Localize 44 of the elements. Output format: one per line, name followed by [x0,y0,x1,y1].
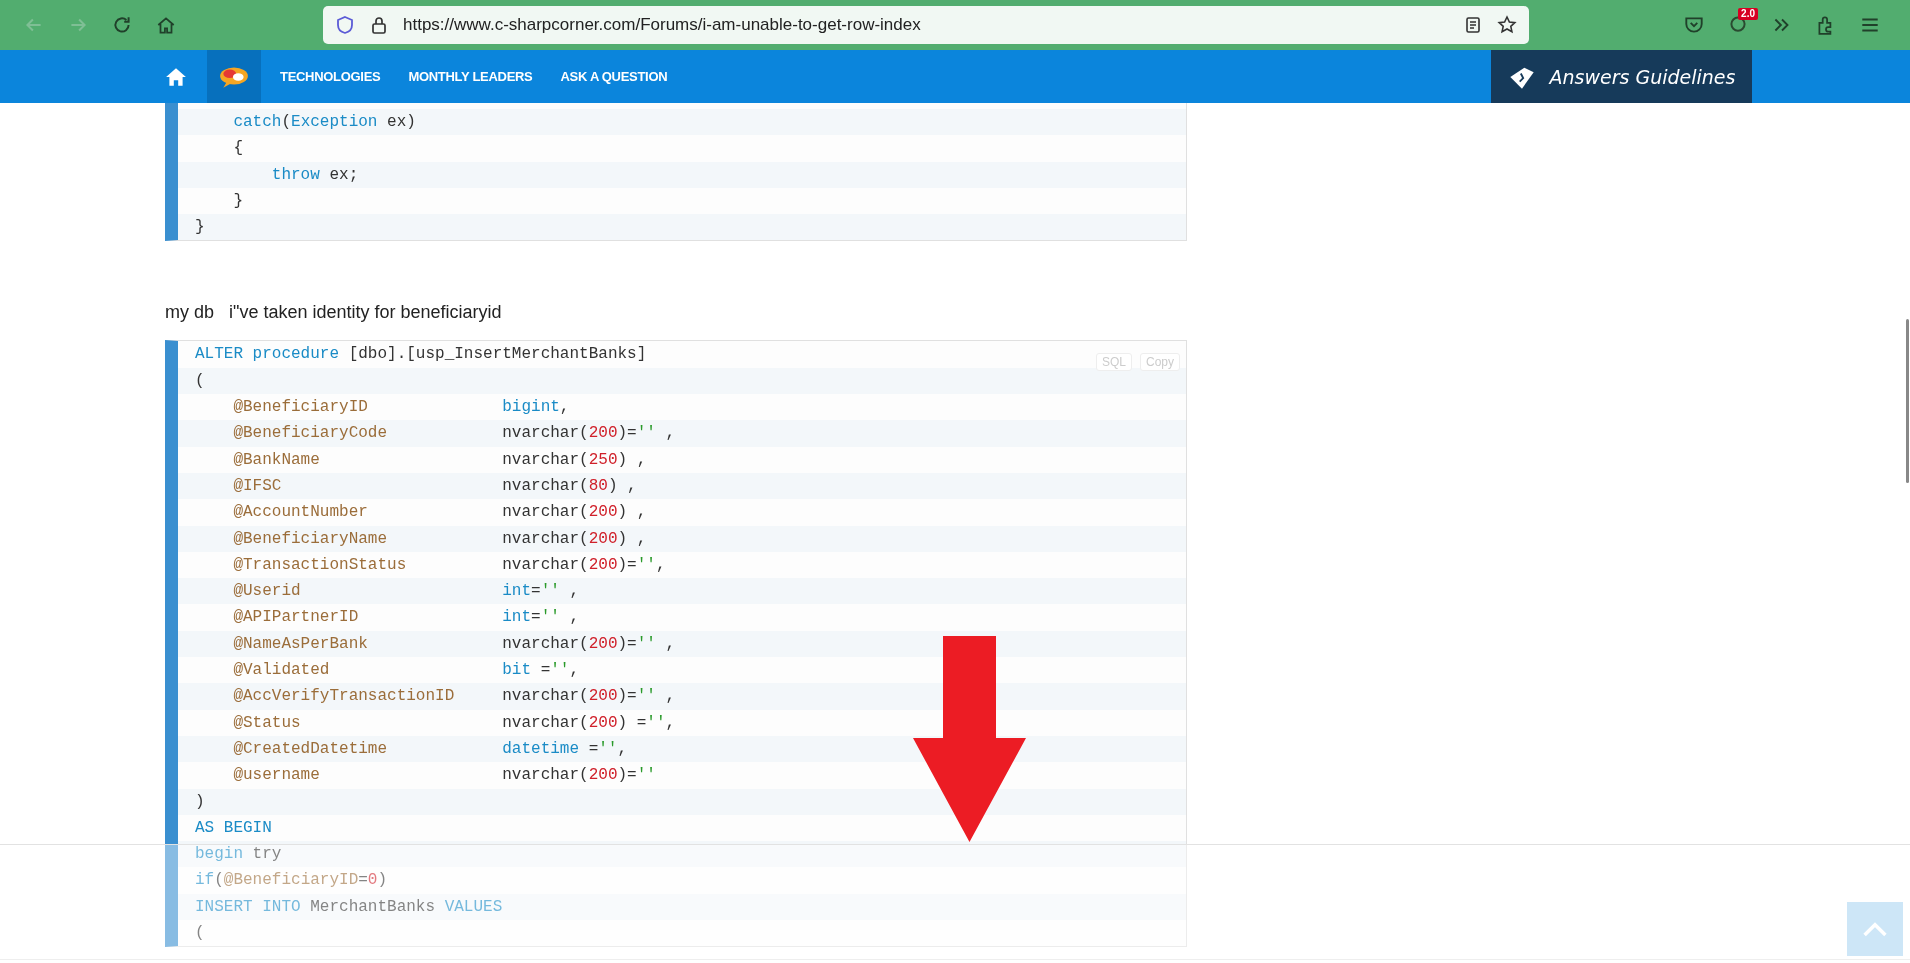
code-line: @APIPartnerID int='' , [232,607,580,629]
code-line: } [232,190,243,212]
code-line: @AccountNumber nvarchar(200) , [232,502,647,524]
code-line: } [195,217,205,239]
code-line: if(@BeneficiaryID=0) [195,870,388,892]
shield-icon[interactable] [335,15,355,35]
address-bar[interactable]: https://www.c-sharpcorner.com/Forums/i-am-unable-to-get-row-index [323,6,1529,44]
code-line: catch(Exception ex) [232,112,416,133]
code-line: ( [195,370,205,392]
code-line: @Status nvarchar(200) ='', [232,712,676,734]
reader-view-icon[interactable] [1463,15,1483,35]
nav-link[interactable]: TECHNOLOGIES [280,69,381,84]
chevron-up-icon [1862,920,1888,938]
code-line: @TransactionStatus nvarchar(200)='', [232,554,666,576]
post-text: my db i"ve taken identity for beneficiaryid [165,301,503,325]
code-line: @AccVerifyTransactionID nvarchar(200)='' , [232,686,676,708]
code-line: @CreatedDatetime datetime ='', [232,738,628,760]
star-icon[interactable] [1497,15,1517,35]
code-line: ( [195,923,205,944]
nav-link[interactable]: MONTHLY LEADERS [408,69,533,84]
code-line: @BeneficiaryID bigint, [232,397,570,419]
code-line: @Userid int='' , [232,581,580,603]
code-line: ) [195,791,205,813]
code-line: @NameAsPerBank nvarchar(200)='' , [232,633,676,655]
extension-badge: 2.0 [1738,8,1758,20]
code-line: @BeneficiaryName nvarchar(200) , [232,528,647,550]
url-text: https://www.c-sharpcorner.com/Forums/i-am-unable-to-get-row-index [403,15,921,35]
code-line: INSERT INTO MerchantBanks VALUES [195,896,503,918]
code-line: @Validated bit ='', [232,660,580,682]
scrollbar-thumb[interactable] [1906,319,1909,483]
code-line: @BankName nvarchar(250) , [232,449,647,471]
code-line: ALTER procedure [dbo].[usp_InsertMerchantBanks] [195,344,647,366]
lock-icon[interactable] [369,15,389,35]
nav-link[interactable]: ASK A QUESTION [560,69,668,84]
code-line: @username nvarchar(200)='' [232,765,656,787]
code-line: { [232,138,243,160]
code-line: AS BEGIN [195,817,272,839]
code-line: begin try [195,844,282,866]
answers-guidelines-link[interactable]: Answers Guidelines [1491,50,1752,103]
code-line: throw ex; [270,164,359,186]
reload-icon[interactable] [111,14,133,36]
code-line: @IFSC nvarchar(80) , [232,475,637,497]
down-arrow-icon [913,636,1026,842]
code-line: @BeneficiaryCode nvarchar(200)='' , [232,423,676,445]
